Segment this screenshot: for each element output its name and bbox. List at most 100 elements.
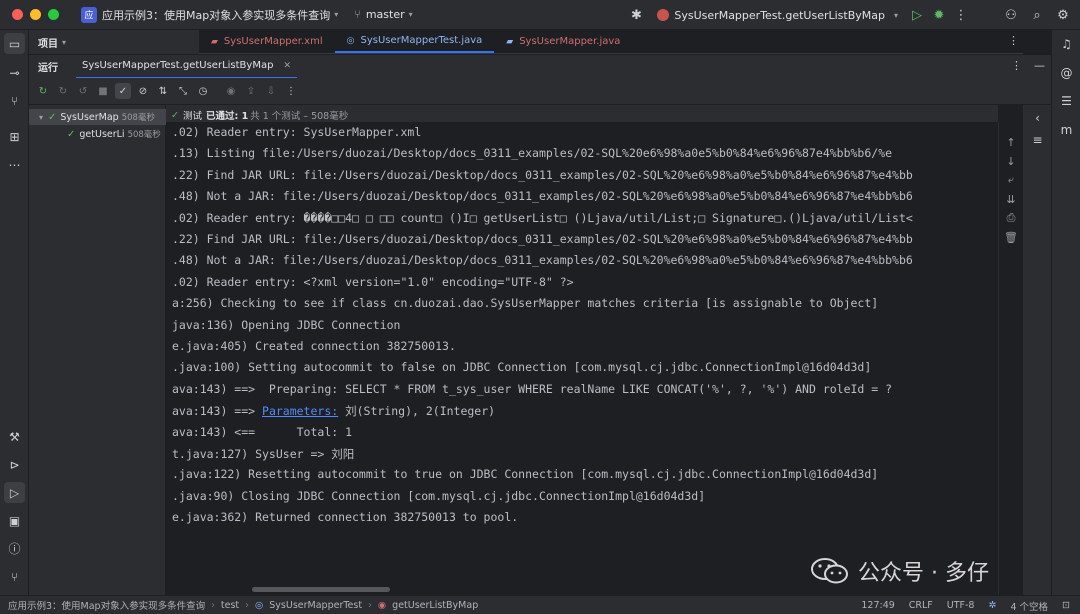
toggle-auto-test-icon[interactable]: ↺	[75, 83, 91, 99]
maven-icon[interactable]: m	[1056, 119, 1077, 140]
indent-setting[interactable]: 4 个空格	[1010, 599, 1048, 613]
horizontal-scrollbar[interactable]	[252, 587, 390, 592]
git-icon[interactable]: ⑂	[4, 566, 25, 587]
show-passed-icon[interactable]: ✓	[115, 83, 131, 99]
tab-sysusermapper-xml[interactable]: ▰ SysUserMapper.xml	[199, 30, 335, 53]
run-configuration-selector[interactable]: SysUserMapperTest.getUserListByMap ▾	[657, 9, 898, 22]
database-icon[interactable]: ☰	[1056, 90, 1077, 111]
project-panel-header[interactable]: 项目 ▾	[29, 30, 199, 54]
notifications-icon[interactable]: ♫	[1056, 33, 1077, 54]
rerun-failed-icon[interactable]: ↻	[55, 83, 71, 99]
console-text: 刘(String), 2(Integer)	[338, 404, 496, 419]
rerun-icon[interactable]: ↻	[35, 83, 51, 99]
folder-icon[interactable]: ▭	[4, 33, 25, 54]
breadcrumb-method[interactable]: getUserListByMap	[392, 600, 478, 611]
collapse-icon[interactable]: ⤡	[175, 83, 191, 99]
status-detail: 共 1 个测试 – 508毫秒	[250, 111, 349, 122]
class-icon: ◎	[254, 599, 264, 611]
run-toolbar: ↻ ↻ ↺ ■ ✓ ⊘ ⇅ ⤡ ◷ ◉ ⇪ ⇩ ⋮	[29, 78, 1051, 105]
test-tree-row-class[interactable]: ▾ ✓ SysUserMap 508毫秒	[29, 109, 166, 125]
services-icon[interactable]: ⊳	[4, 454, 25, 475]
chevron-down-icon: ▾	[893, 10, 898, 20]
more-icon[interactable]: ⋮	[1008, 34, 1019, 47]
branch-name[interactable]: master	[366, 8, 405, 21]
scroll-to-end-icon[interactable]: ⇊	[1003, 191, 1019, 207]
show-ignored-icon[interactable]: ⊘	[135, 83, 151, 99]
console-line: .22) Find JAR URL: file:/Users/duozai/De…	[172, 232, 913, 246]
maximize-window-button[interactable]	[48, 9, 59, 20]
chevron-down-icon[interactable]: ▾	[334, 10, 338, 19]
run-panel-label: 运行	[38, 63, 58, 74]
console-line: .22) Find JAR URL: file:/Users/duozai/De…	[172, 167, 913, 182]
lock-icon[interactable]: ⊡	[1062, 600, 1070, 611]
test-tree: ▾ ✓ SysUserMap 508毫秒 ✓ getUserLi 508毫秒	[29, 105, 166, 595]
chevron-down-icon[interactable]: ▾	[62, 38, 66, 47]
breadcrumb-project[interactable]: 应用示例3：使用Map对象入参实现多条件查询	[8, 598, 205, 612]
console-line: ava:143) ==> Preparing: SELECT * FROM t_…	[172, 381, 893, 396]
export-icon[interactable]: ⇪	[243, 83, 259, 99]
more-icon[interactable]: ⋮	[1011, 59, 1022, 72]
check-icon: ✓	[48, 111, 57, 123]
ai-assistant-icon[interactable]: @	[1056, 62, 1077, 83]
right-tool-strip: ♫ @ ☰ m	[1051, 30, 1080, 595]
soft-wrap-icon[interactable]: ⤶	[1003, 172, 1019, 188]
run-tab[interactable]: SysUserMapperTest.getUserListByMap ✕	[76, 55, 297, 79]
tab-sysusermapper-java[interactable]: ▰ SysUserMapper.java	[494, 30, 632, 53]
search-icon[interactable]: ⌕	[1026, 4, 1048, 26]
parameters-link[interactable]: Parameters:	[262, 404, 338, 418]
close-window-button[interactable]	[12, 9, 23, 20]
sort-icon[interactable]: ⇅	[155, 83, 171, 99]
structure-icon[interactable]: ⊞	[4, 126, 25, 147]
run-panel-icon[interactable]: ▷	[4, 482, 25, 503]
status-passed: 已通过: 1	[205, 111, 249, 122]
java-interface-file-icon: ▰	[506, 36, 514, 47]
commit-icon[interactable]: ⊸	[4, 62, 25, 83]
history-icon[interactable]: ◷	[195, 83, 211, 99]
run-icon[interactable]: ▷	[906, 4, 928, 26]
import-icon[interactable]: ⇩	[263, 83, 279, 99]
chevron-down-icon[interactable]: ▾	[409, 10, 413, 19]
breadcrumb-class[interactable]: SysUserMapperTest	[269, 600, 362, 611]
add-user-icon[interactable]: ⚇	[1000, 4, 1022, 26]
chevron-down-icon[interactable]: ▾	[39, 113, 43, 122]
pull-request-icon[interactable]: ⑂	[4, 90, 25, 111]
camera-icon[interactable]: ◉	[223, 83, 239, 99]
more-icon[interactable]: ⋯	[4, 154, 25, 175]
line-separator[interactable]: CRLF	[909, 600, 933, 611]
print-icon[interactable]: ⎙	[1003, 210, 1019, 226]
minimize-icon[interactable]: —	[1034, 59, 1045, 72]
close-icon[interactable]: ✕	[283, 61, 291, 71]
test-time: 508毫秒	[127, 130, 161, 140]
details-icon[interactable]: ≡	[1027, 129, 1048, 150]
project-name[interactable]: 应用示例3：使用Map对象入参实现多条件查询	[102, 7, 330, 23]
arrow-up-icon[interactable]: ↑	[1003, 134, 1019, 150]
cursor-position[interactable]: 127:49	[861, 600, 894, 611]
check-icon: ✓	[67, 128, 76, 140]
bug-icon[interactable]: ✱	[625, 4, 647, 26]
debug-icon[interactable]: ✹	[928, 4, 950, 26]
problems-icon[interactable]: ⓘ	[4, 538, 25, 559]
left-tool-strip: ▭ ⊸ ⑂ ⊞ ⋯ ⚒ ⊳ ▷ ▣ ⓘ ⑂	[0, 30, 29, 595]
more-icon[interactable]: ⋮	[950, 4, 972, 26]
more-icon[interactable]: ⋮	[283, 83, 299, 99]
file-encoding[interactable]: UTF-8	[947, 600, 975, 611]
tab-sysusermappertest-java[interactable]: ◎ SysUserMapperTest.java	[334, 30, 495, 53]
minimize-window-button[interactable]	[30, 9, 41, 20]
chevron-left-icon[interactable]: ‹	[1027, 107, 1048, 128]
project-badge[interactable]: 应	[81, 6, 97, 23]
tab-label: SysUserMapperTest.java	[360, 35, 483, 46]
console-line: java:136) Opening JDBC Connection	[172, 317, 401, 332]
console-line: .java:122) Resetting autocommit to true …	[172, 467, 879, 482]
console-line: a:256) Checking to see if class cn.duoza…	[172, 296, 879, 311]
console-output[interactable]: .02) Reader entry: SysUserMapper.xml .13)…	[166, 122, 998, 595]
terminal-icon[interactable]: ▣	[4, 510, 25, 531]
settings-icon[interactable]: ⚙	[1052, 4, 1074, 26]
trash-icon[interactable]: 🗑	[1003, 229, 1019, 245]
stop-icon[interactable]: ■	[95, 83, 111, 99]
inspection-icon[interactable]: ✲	[988, 600, 996, 611]
arrow-down-icon[interactable]: ↓	[1003, 153, 1019, 169]
test-tree-row-method[interactable]: ✓ getUserLi 508毫秒	[29, 126, 166, 142]
breadcrumb-folder[interactable]: test	[221, 600, 239, 611]
console-line: e.java:362) Returned connection 38275001…	[172, 510, 519, 525]
build-icon[interactable]: ⚒	[4, 426, 25, 447]
